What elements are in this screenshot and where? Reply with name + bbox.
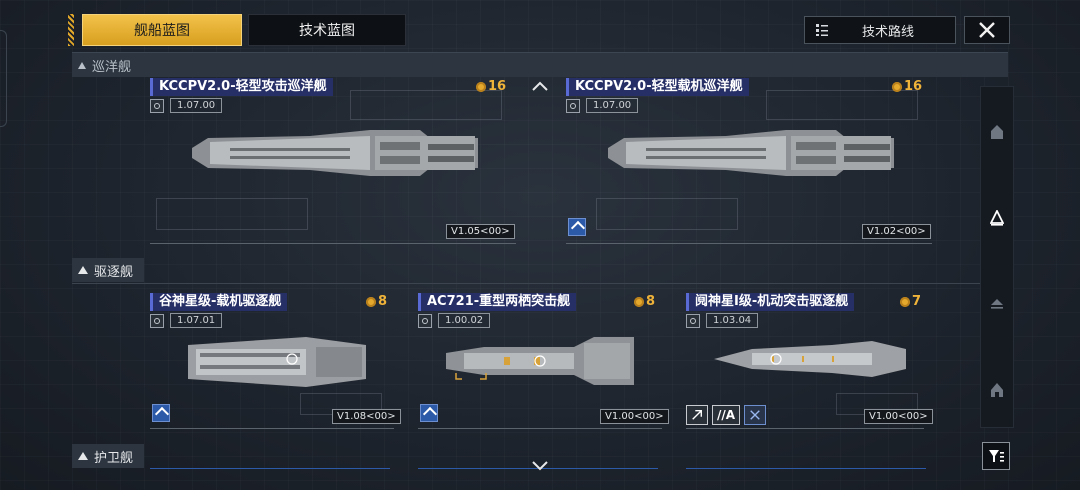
ship-variant-tag: V1.00<00> xyxy=(864,409,933,424)
ship-card-ceres-carrier-destroyer[interactable]: 谷神星级-载机驱逐舰 8 1.07.01 V1.08<00> xyxy=(150,293,401,429)
section-label-escort: 护卫舰 xyxy=(94,450,134,466)
nav-battleship[interactable] xyxy=(981,121,1013,143)
close-button[interactable] xyxy=(964,16,1010,44)
ship-cost: 8 xyxy=(366,294,387,309)
filter-icon xyxy=(989,450,1004,462)
nav-destroyer[interactable] xyxy=(981,293,1013,315)
ship-variant-tag: V1.02<00> xyxy=(862,224,931,239)
ship-cost-value: 8 xyxy=(378,294,388,309)
collapse-triangle-icon xyxy=(78,61,86,69)
ship-version-value: 1.00.02 xyxy=(438,313,491,328)
ship-title: KCCPV2.0-轻型攻击巡洋舰 xyxy=(150,78,333,96)
ship-title: 谷神星级-载机驱逐舰 xyxy=(150,293,288,311)
tech-route-button[interactable]: 技术路线 xyxy=(804,16,956,44)
section-header-escort[interactable]: 护卫舰 xyxy=(72,444,144,468)
ship-cost-value: 16 xyxy=(904,79,923,94)
section-label-destroyer: 驱逐舰 xyxy=(94,264,134,280)
ship-class-nav xyxy=(980,86,1014,428)
ship-model xyxy=(608,130,894,176)
destroyer-class-icon xyxy=(991,299,1003,309)
section-header-destroyer[interactable]: 驱逐舰 xyxy=(72,258,144,282)
card-baseline xyxy=(150,243,516,244)
card-baseline xyxy=(686,428,924,429)
left-edge-handle xyxy=(0,30,7,127)
mech-badge-label: //A xyxy=(712,405,741,425)
chevron-down-icon[interactable] xyxy=(531,460,549,472)
ship-model xyxy=(446,337,634,385)
ship-model xyxy=(192,130,478,176)
card-baseline xyxy=(418,428,662,429)
carrier-role-icon xyxy=(152,404,170,422)
blueprint-lines xyxy=(350,90,502,120)
blueprint-lines xyxy=(766,90,918,120)
tab-accent-stripes xyxy=(68,14,74,46)
card-baseline xyxy=(150,428,394,429)
blueprint-lines xyxy=(156,198,308,230)
coin-icon xyxy=(900,296,910,307)
assault-role-icon xyxy=(420,404,438,422)
ship-card-ac721-assault[interactable]: AC721-重型两栖突击舰 8 1.00.02 V1.00<00> xyxy=(418,293,669,429)
jet-role-icon xyxy=(686,405,708,425)
ship-cost: 7 xyxy=(900,294,921,309)
globe-icon xyxy=(418,313,432,328)
collapse-triangle-icon xyxy=(78,452,88,460)
tech-route-label: 技术路线 xyxy=(861,24,914,40)
tab-tech-blueprints[interactable]: 技术蓝图 xyxy=(248,14,406,46)
nav-frigate[interactable] xyxy=(981,379,1013,401)
ship-version: 1.07.00 xyxy=(150,98,223,113)
blueprint-lines xyxy=(596,198,738,230)
ship-cost: 8 xyxy=(634,294,655,309)
ship-feature-badges: //A xyxy=(686,405,767,425)
ship-title: KCCPV2.0-轻型载机巡洋舰 xyxy=(566,78,749,96)
ship-version-value: 1.07.00 xyxy=(170,98,223,113)
coin-icon xyxy=(892,81,902,92)
globe-icon xyxy=(686,313,700,328)
ship-version: 1.07.00 xyxy=(566,98,639,113)
escort-card-edge xyxy=(686,468,926,469)
escort-card-edge xyxy=(150,468,390,469)
ship-card-light-attack-cruiser[interactable]: KCCPV2.0-轻型攻击巡洋舰 16 1.07.00 V1.05<00> xyxy=(150,78,516,244)
ship-version: 1.07.01 xyxy=(150,313,223,328)
ship-card-light-carrier-cruiser[interactable]: KCCPV2.0-轻型载机巡洋舰 16 1.07.00 V1.02<00> xyxy=(566,78,932,244)
collapse-triangle-icon xyxy=(78,266,88,274)
coin-icon xyxy=(634,296,644,307)
ship-version-value: 1.07.01 xyxy=(170,313,223,328)
carrier-role-icon xyxy=(568,218,586,236)
cruiser-class-icon xyxy=(990,210,1004,226)
ship-model xyxy=(188,337,366,387)
coin-icon xyxy=(476,81,486,92)
ship-cost-value: 16 xyxy=(488,79,507,94)
ship-variant-tag: V1.05<00> xyxy=(446,224,515,239)
tab-ship-blueprints[interactable]: 舰船蓝图 xyxy=(82,14,242,46)
section-divider xyxy=(72,283,1008,284)
ship-cost: 16 xyxy=(892,79,922,94)
globe-icon xyxy=(150,98,164,113)
ship-model xyxy=(714,341,906,377)
filter-button[interactable] xyxy=(982,442,1010,470)
ship-cost-value: 8 xyxy=(646,294,656,309)
ship-cost: 16 xyxy=(476,79,506,94)
ship-cost-value: 7 xyxy=(912,294,922,309)
crossed-weapons-icon xyxy=(744,405,767,425)
ship-version-value: 1.07.00 xyxy=(586,98,639,113)
nav-cruiser[interactable] xyxy=(981,207,1013,229)
ship-variant-tag: V1.08<00> xyxy=(332,409,401,424)
section-label-cruiser: 巡洋舰 xyxy=(92,59,132,75)
ship-version-value: 1.03.04 xyxy=(706,313,759,328)
ship-version: 1.00.02 xyxy=(418,313,491,328)
section-header-cruiser[interactable]: 巡洋舰 xyxy=(72,52,1008,77)
card-baseline xyxy=(566,243,932,244)
frigate-class-icon xyxy=(991,383,1003,397)
ship-title: 阋神星I级-机动突击驱逐舰 xyxy=(686,293,855,311)
globe-icon xyxy=(150,313,164,328)
ship-title: AC721-重型两栖突击舰 xyxy=(418,293,577,311)
battleship-class-icon xyxy=(991,125,1003,139)
ship-version: 1.03.04 xyxy=(686,313,759,328)
close-icon xyxy=(979,22,995,38)
coin-icon xyxy=(366,296,376,307)
globe-icon xyxy=(566,98,580,113)
ship-variant-tag: V1.00<00> xyxy=(600,409,669,424)
route-list-icon xyxy=(816,24,828,36)
chevron-up-icon[interactable] xyxy=(531,80,549,92)
